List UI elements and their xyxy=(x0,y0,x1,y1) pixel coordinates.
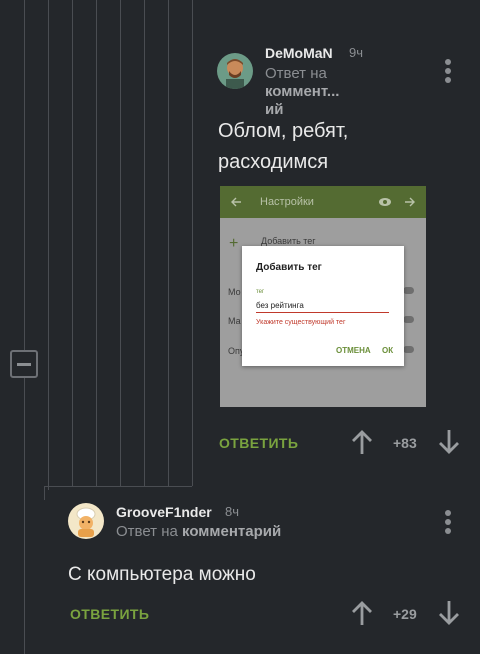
avatar[interactable] xyxy=(68,503,104,539)
embedded-toggle xyxy=(403,346,414,353)
thread-connector xyxy=(44,486,192,487)
reply-button[interactable]: ОТВЕТИТЬ xyxy=(219,435,298,451)
thread-line xyxy=(120,0,121,486)
avatar[interactable] xyxy=(217,53,253,89)
reply-button[interactable]: ОТВЕТИТЬ xyxy=(70,606,149,622)
upvote-arrow-icon[interactable] xyxy=(351,600,373,626)
thread-line xyxy=(144,0,145,486)
plus-icon: + xyxy=(229,235,239,252)
comment-time: 8ч xyxy=(225,504,240,519)
comment-time: 9ч xyxy=(349,45,364,60)
dialog-field-value: без рейтинга xyxy=(256,301,304,310)
dialog-error: Укажите существующий тег xyxy=(256,319,346,326)
downvote-arrow-icon[interactable] xyxy=(438,600,460,626)
reply-to-link[interactable]: коммент... xyxy=(265,83,339,100)
comment-text: С компьютера можно xyxy=(68,564,256,585)
dialog-field-label: тег xyxy=(256,289,265,295)
dialog-ok: ОК xyxy=(382,346,394,355)
thread-line xyxy=(192,0,193,486)
embedded-row: Мо xyxy=(228,287,241,297)
username[interactable]: GrooveF1nder xyxy=(116,504,212,520)
thread-line xyxy=(72,0,73,486)
embedded-row: Добавить тег xyxy=(261,236,316,246)
reply-to-link[interactable]: комментарий xyxy=(182,523,281,540)
collapse-thread-button[interactable] xyxy=(10,350,38,378)
minus-icon xyxy=(17,363,31,366)
reply-to-prefix: Ответ на xyxy=(116,523,178,540)
forward-arrow-icon xyxy=(405,197,415,207)
embedded-dialog: Добавить тег тег без рейтинга Укажите су… xyxy=(242,246,404,366)
thread-line xyxy=(96,0,97,486)
dialog-cancel: ОТМЕНА xyxy=(336,346,371,355)
thread-line xyxy=(24,0,25,654)
comment-image[interactable]: Настройки + Добавить тег Мо Ма Опу Добав… xyxy=(220,186,426,407)
embedded-toggle xyxy=(403,287,414,294)
eye-icon xyxy=(379,198,391,206)
vote-count: +29 xyxy=(393,606,417,622)
more-options-icon[interactable] xyxy=(444,59,452,85)
thread-line xyxy=(44,486,45,500)
reply-to[interactable]: Ответ на коммент... ий xyxy=(265,65,405,119)
back-arrow-icon xyxy=(231,197,241,207)
dialog-field-underline xyxy=(256,312,389,313)
embedded-toolbar: Настройки xyxy=(220,186,426,218)
username[interactable]: DeMoMaN xyxy=(265,45,333,61)
embedded-title: Настройки xyxy=(260,196,314,208)
embedded-row: Ма xyxy=(228,316,241,326)
reply-to-prefix: Ответ на xyxy=(265,65,327,82)
reply-to[interactable]: Ответ на комментарий xyxy=(116,523,316,541)
thread-line xyxy=(48,0,49,490)
thread-line xyxy=(168,0,169,486)
vote-count: +83 xyxy=(393,435,417,451)
embedded-toggle xyxy=(403,316,414,323)
comment-text-line: Облом, ребят, xyxy=(218,120,349,142)
comment-text: Облом, ребят, расходимся xyxy=(218,116,418,178)
dialog-title: Добавить тег xyxy=(256,262,322,273)
downvote-arrow-icon[interactable] xyxy=(438,429,460,455)
comment-text-line: расходимся xyxy=(218,151,329,173)
upvote-arrow-icon[interactable] xyxy=(351,429,373,455)
more-options-icon[interactable] xyxy=(444,510,452,536)
